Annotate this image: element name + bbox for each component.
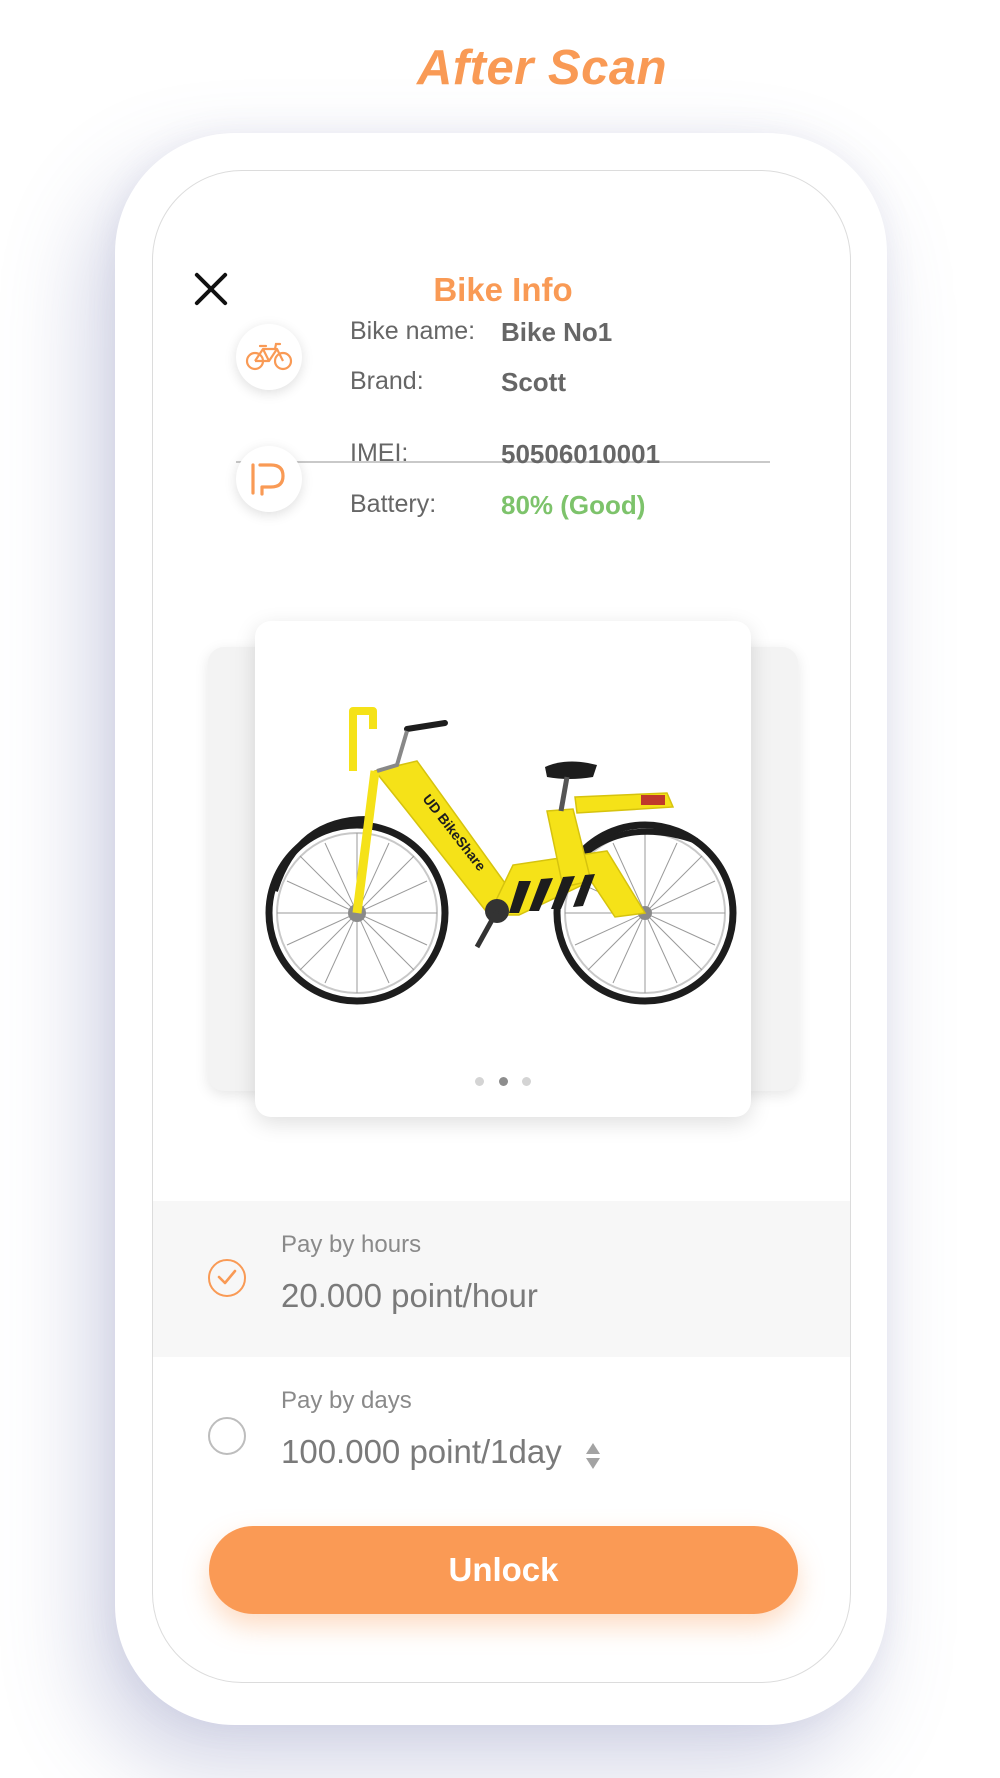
close-icon[interactable] [193, 271, 229, 307]
bicycle-icon [236, 324, 302, 390]
option-pay-by-days[interactable]: Pay by days 100.000 point/1day [153, 1357, 850, 1513]
imei-label: IMEI: [350, 439, 409, 467]
bike-image: UD BikeShare [265, 707, 737, 1005]
option-price: 20.000 point/hour [281, 1277, 538, 1314]
brand-label: Brand: [350, 367, 424, 395]
screen-title: Bike Info [433, 271, 573, 308]
check-icon[interactable] [208, 1259, 246, 1297]
pagination-dot[interactable] [521, 1077, 531, 1086]
battery-label: Battery: [350, 490, 437, 518]
bike-name-value: Bike No1 [501, 317, 613, 347]
lock-device-icon [236, 446, 302, 512]
bike-name-label: Bike name: [350, 317, 476, 345]
option-price: 100.000 point/1day [281, 1433, 562, 1470]
pagination-dot[interactable] [475, 1077, 485, 1086]
unlock-button[interactable]: Unlock [209, 1526, 798, 1614]
brand-value: Scott [501, 367, 566, 397]
pagination-dot-active[interactable] [498, 1077, 508, 1086]
phone-screen: Bike Info Bike name: Bike No1 Brand: Sco… [152, 170, 851, 1683]
battery-value: 80% (Good) [501, 490, 646, 520]
radio-icon[interactable] [208, 1417, 246, 1455]
gallery-pagination[interactable] [255, 1073, 751, 1091]
option-pay-by-hours[interactable]: Pay by hours 20.000 point/hour [153, 1201, 850, 1357]
gallery-card[interactable]: UD BikeShare [255, 621, 751, 1117]
option-label: Pay by hours [281, 1231, 422, 1258]
imei-value: 50506010001 [501, 439, 661, 469]
page-heading: After Scan [416, 41, 668, 95]
option-label: Pay by days [281, 1387, 412, 1414]
stepper-icon[interactable] [585, 1441, 601, 1473]
